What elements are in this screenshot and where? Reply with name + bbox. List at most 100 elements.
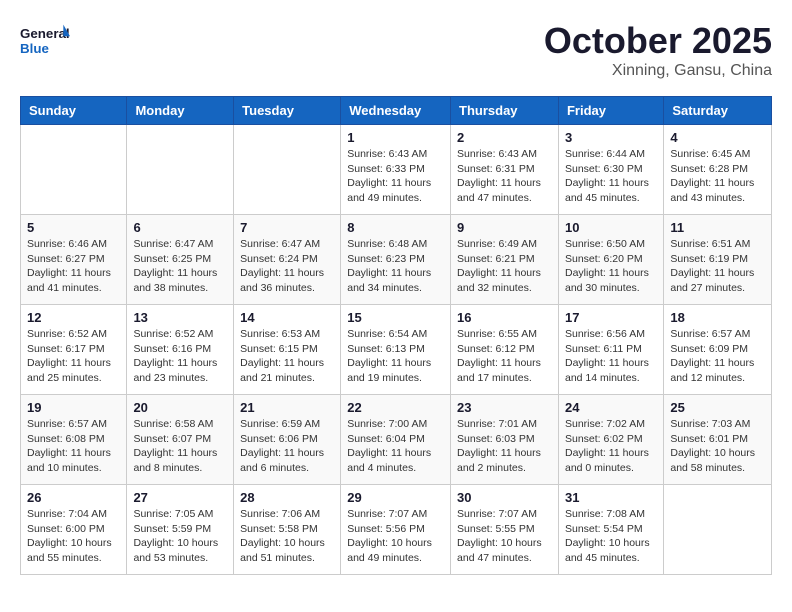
day-number: 8 — [347, 220, 444, 235]
day-info: Sunrise: 7:00 AM Sunset: 6:04 PM Dayligh… — [347, 417, 444, 476]
calendar-cell: 31Sunrise: 7:08 AM Sunset: 5:54 PM Dayli… — [558, 485, 663, 575]
day-number: 22 — [347, 400, 444, 415]
day-number: 26 — [27, 490, 120, 505]
day-number: 9 — [457, 220, 552, 235]
calendar-cell: 9 Sunrise: 6:49 AM Sunset: 6:21 PM Daylig… — [451, 215, 559, 305]
day-info: Sunrise: 6:58 AM Sunset: 6:07 PM Dayligh… — [133, 417, 227, 476]
day-number: 14 — [240, 310, 334, 325]
calendar-cell: 13 Sunrise: 6:52 AM Sunset: 6:16 PM Dayli… — [127, 305, 234, 395]
calendar-cell: 4Sunrise: 6:45 AM Sunset: 6:28 PM Daylig… — [664, 125, 772, 215]
day-number: 16 — [457, 310, 552, 325]
day-number: 3 — [565, 130, 657, 145]
calendar-cell: 15Sunrise: 6:54 AM Sunset: 6:13 PM Dayli… — [341, 305, 451, 395]
day-number: 24 — [565, 400, 657, 415]
page-header: General Blue October 2025 Xinning, Gansu… — [20, 20, 772, 80]
weekday-header-wednesday: Wednesday — [341, 97, 451, 125]
calendar-cell: 18Sunrise: 6:57 AM Sunset: 6:09 PM Dayli… — [664, 305, 772, 395]
title-block: October 2025 Xinning, Gansu, China — [544, 20, 772, 80]
day-info: Sunrise: 6:52 AM Sunset: 6:17 PM Dayligh… — [27, 327, 120, 386]
calendar-cell: 28 Sunrise: 7:06 AM Sunset: 5:58 PM Dayli… — [234, 485, 341, 575]
day-info: Sunrise: 6:44 AM Sunset: 6:30 PM Dayligh… — [565, 147, 657, 206]
day-info: Sunrise: 6:54 AM Sunset: 6:13 PM Dayligh… — [347, 327, 444, 386]
day-number: 21 — [240, 400, 334, 415]
day-number: 29 — [347, 490, 444, 505]
day-info: Sunrise: 6:47 AM Sunset: 6:24 PM Dayligh… — [240, 237, 334, 296]
day-info: Sunrise: 7:07 AM Sunset: 5:55 PM Dayligh… — [457, 507, 552, 566]
weekday-header-row: SundayMondayTuesdayWednesdayThursdayFrid… — [21, 97, 772, 125]
calendar-cell: 29Sunrise: 7:07 AM Sunset: 5:56 PM Dayli… — [341, 485, 451, 575]
calendar-week-4: 19 Sunrise: 6:57 AM Sunset: 6:08 PM Dayli… — [21, 395, 772, 485]
day-info: Sunrise: 6:43 AM Sunset: 6:31 PM Dayligh… — [457, 147, 552, 206]
day-number: 13 — [133, 310, 227, 325]
weekday-header-friday: Friday — [558, 97, 663, 125]
calendar-cell: 8Sunrise: 6:48 AM Sunset: 6:23 PM Daylig… — [341, 215, 451, 305]
calendar-cell: 21Sunrise: 6:59 AM Sunset: 6:06 PM Dayli… — [234, 395, 341, 485]
calendar-cell: 17Sunrise: 6:56 AM Sunset: 6:11 PM Dayli… — [558, 305, 663, 395]
day-number: 17 — [565, 310, 657, 325]
day-number: 27 — [133, 490, 227, 505]
calendar-cell: 7 Sunrise: 6:47 AM Sunset: 6:24 PM Daylig… — [234, 215, 341, 305]
calendar-cell: 1Sunrise: 6:43 AM Sunset: 6:33 PM Daylig… — [341, 125, 451, 215]
day-info: Sunrise: 7:03 AM Sunset: 6:01 PM Dayligh… — [670, 417, 765, 476]
calendar-week-1: 1Sunrise: 6:43 AM Sunset: 6:33 PM Daylig… — [21, 125, 772, 215]
day-number: 2 — [457, 130, 552, 145]
day-number: 28 — [240, 490, 334, 505]
day-number: 25 — [670, 400, 765, 415]
calendar-cell: 23Sunrise: 7:01 AM Sunset: 6:03 PM Dayli… — [451, 395, 559, 485]
day-info: Sunrise: 7:05 AM Sunset: 5:59 PM Dayligh… — [133, 507, 227, 566]
day-info: Sunrise: 7:04 AM Sunset: 6:00 PM Dayligh… — [27, 507, 120, 566]
svg-text:Blue: Blue — [20, 41, 49, 56]
calendar-cell: 14Sunrise: 6:53 AM Sunset: 6:15 PM Dayli… — [234, 305, 341, 395]
day-info: Sunrise: 7:08 AM Sunset: 5:54 PM Dayligh… — [565, 507, 657, 566]
day-number: 19 — [27, 400, 120, 415]
calendar-cell: 11 Sunrise: 6:51 AM Sunset: 6:19 PM Dayli… — [664, 215, 772, 305]
day-info: Sunrise: 6:51 AM Sunset: 6:19 PM Dayligh… — [670, 237, 765, 296]
calendar-cell: 30 Sunrise: 7:07 AM Sunset: 5:55 PM Dayli… — [451, 485, 559, 575]
svg-text:General: General — [20, 26, 70, 41]
day-info: Sunrise: 6:52 AM Sunset: 6:16 PM Dayligh… — [133, 327, 227, 386]
calendar-cell: 3 Sunrise: 6:44 AM Sunset: 6:30 PM Daylig… — [558, 125, 663, 215]
day-number: 7 — [240, 220, 334, 235]
calendar-cell — [234, 125, 341, 215]
day-info: Sunrise: 6:55 AM Sunset: 6:12 PM Dayligh… — [457, 327, 552, 386]
calendar-cell — [664, 485, 772, 575]
day-number: 5 — [27, 220, 120, 235]
day-number: 1 — [347, 130, 444, 145]
day-number: 30 — [457, 490, 552, 505]
weekday-header-saturday: Saturday — [664, 97, 772, 125]
location-title: Xinning, Gansu, China — [544, 62, 772, 80]
calendar-cell: 5 Sunrise: 6:46 AM Sunset: 6:27 PM Daylig… — [21, 215, 127, 305]
calendar-cell: 19 Sunrise: 6:57 AM Sunset: 6:08 PM Dayli… — [21, 395, 127, 485]
calendar-cell: 16 Sunrise: 6:55 AM Sunset: 6:12 PM Dayli… — [451, 305, 559, 395]
calendar-cell: 24 Sunrise: 7:02 AM Sunset: 6:02 PM Dayli… — [558, 395, 663, 485]
weekday-header-thursday: Thursday — [451, 97, 559, 125]
day-info: Sunrise: 6:49 AM Sunset: 6:21 PM Dayligh… — [457, 237, 552, 296]
day-info: Sunrise: 6:50 AM Sunset: 6:20 PM Dayligh… — [565, 237, 657, 296]
day-info: Sunrise: 7:02 AM Sunset: 6:02 PM Dayligh… — [565, 417, 657, 476]
day-number: 4 — [670, 130, 765, 145]
calendar-cell: 22 Sunrise: 7:00 AM Sunset: 6:04 PM Dayli… — [341, 395, 451, 485]
day-number: 10 — [565, 220, 657, 235]
calendar-cell: 27 Sunrise: 7:05 AM Sunset: 5:59 PM Dayli… — [127, 485, 234, 575]
day-info: Sunrise: 6:46 AM Sunset: 6:27 PM Dayligh… — [27, 237, 120, 296]
calendar-cell — [21, 125, 127, 215]
calendar-cell — [127, 125, 234, 215]
calendar-cell: 6 Sunrise: 6:47 AM Sunset: 6:25 PM Daylig… — [127, 215, 234, 305]
calendar-cell: 25 Sunrise: 7:03 AM Sunset: 6:01 PM Dayli… — [664, 395, 772, 485]
day-number: 11 — [670, 220, 765, 235]
logo: General Blue — [20, 20, 70, 60]
weekday-header-sunday: Sunday — [21, 97, 127, 125]
day-info: Sunrise: 6:57 AM Sunset: 6:08 PM Dayligh… — [27, 417, 120, 476]
day-number: 6 — [133, 220, 227, 235]
calendar-cell: 26 Sunrise: 7:04 AM Sunset: 6:00 PM Dayli… — [21, 485, 127, 575]
day-number: 23 — [457, 400, 552, 415]
calendar-week-5: 26 Sunrise: 7:04 AM Sunset: 6:00 PM Dayli… — [21, 485, 772, 575]
day-info: Sunrise: 6:47 AM Sunset: 6:25 PM Dayligh… — [133, 237, 227, 296]
calendar-cell: 2 Sunrise: 6:43 AM Sunset: 6:31 PM Daylig… — [451, 125, 559, 215]
logo-icon: General Blue — [20, 20, 70, 60]
day-info: Sunrise: 7:06 AM Sunset: 5:58 PM Dayligh… — [240, 507, 334, 566]
calendar-week-3: 12 Sunrise: 6:52 AM Sunset: 6:17 PM Dayli… — [21, 305, 772, 395]
calendar-cell: 10 Sunrise: 6:50 AM Sunset: 6:20 PM Dayli… — [558, 215, 663, 305]
day-number: 12 — [27, 310, 120, 325]
month-title: October 2025 — [544, 20, 772, 62]
